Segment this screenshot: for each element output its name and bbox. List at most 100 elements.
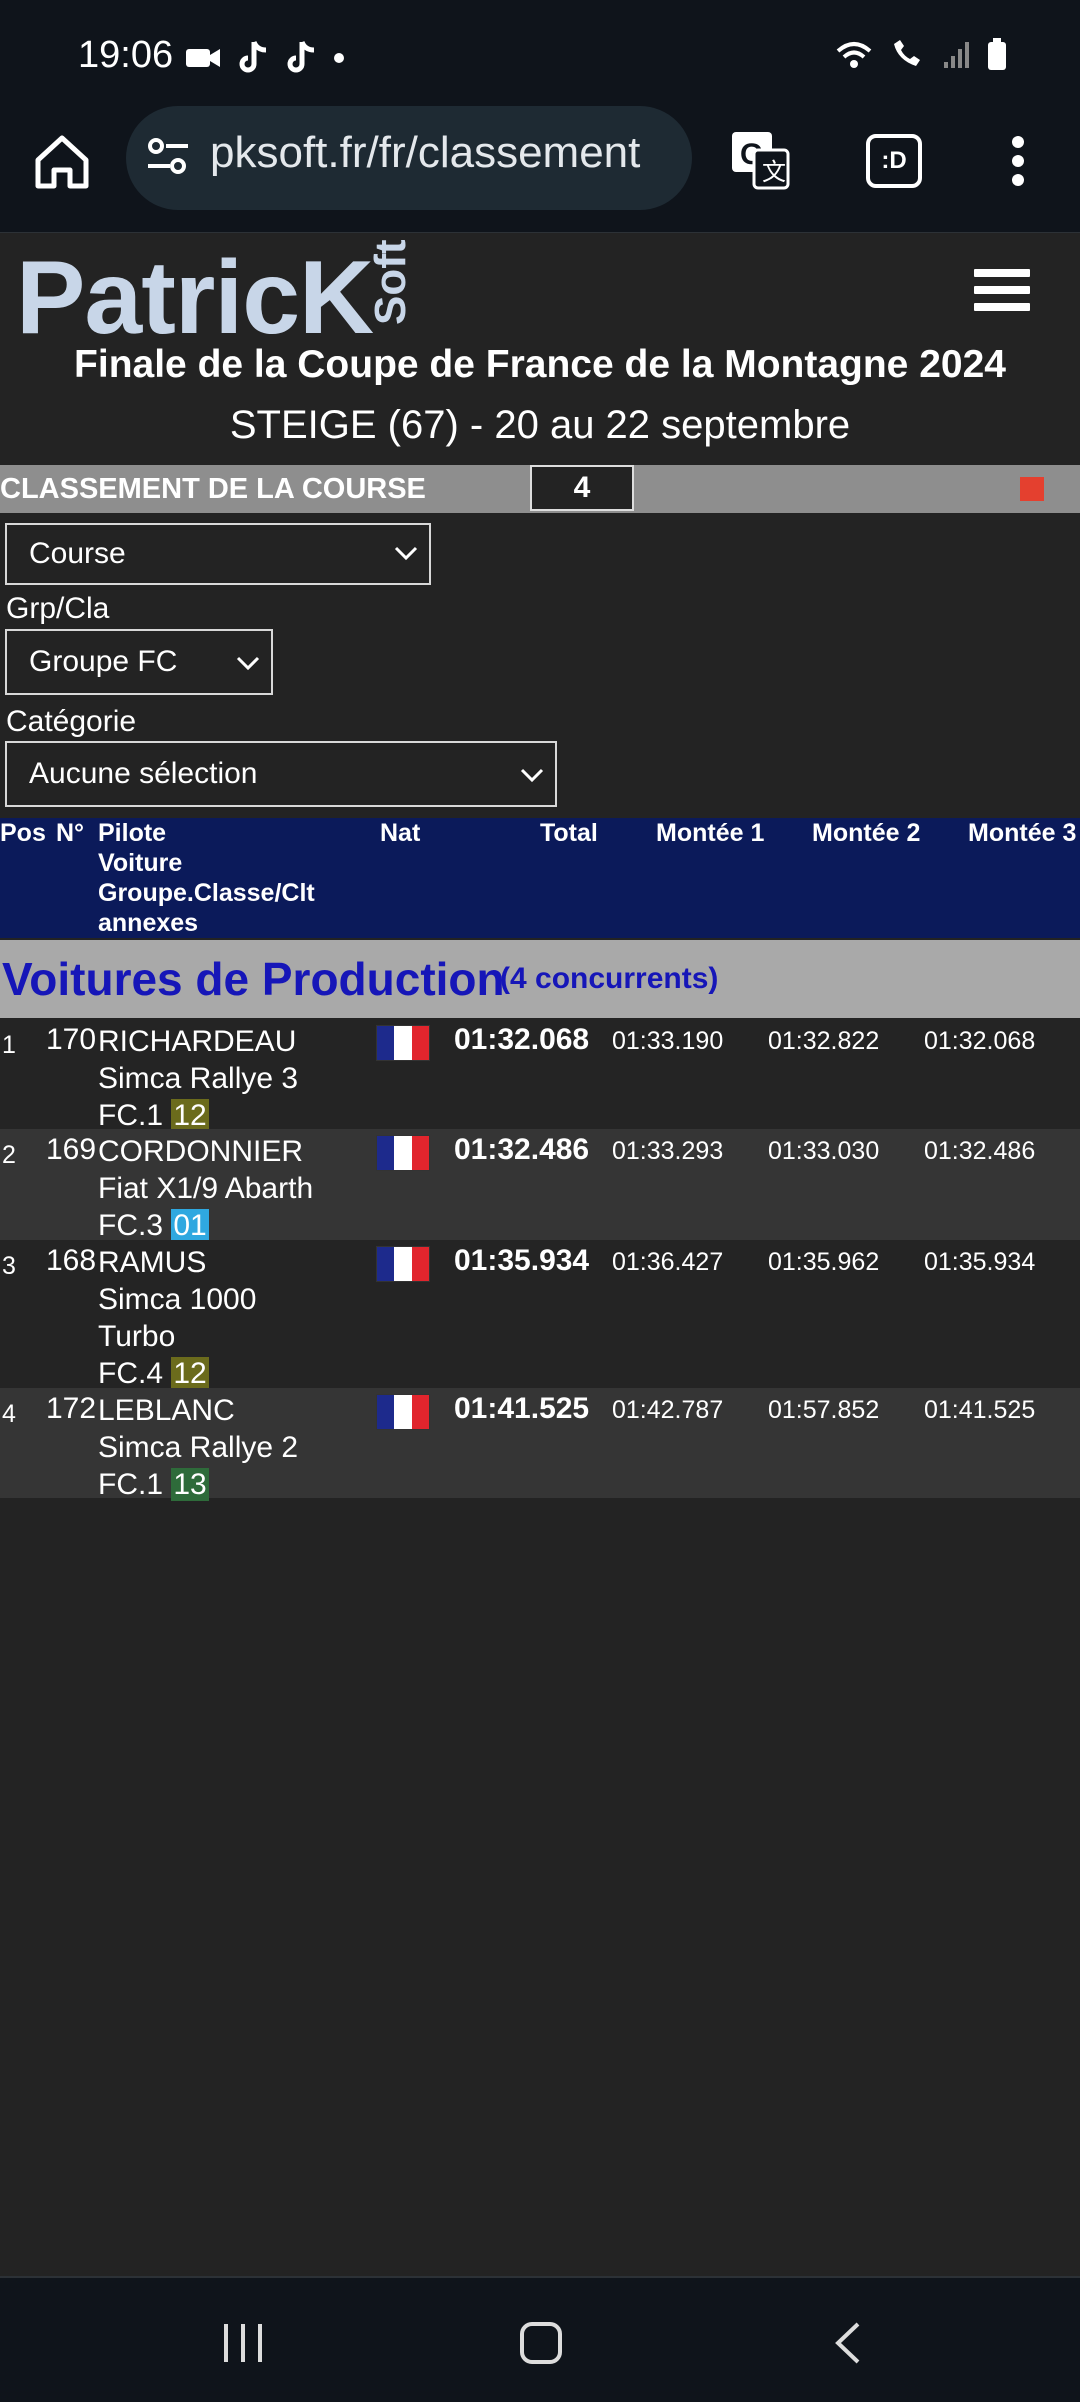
total-time: 01:35.934 [454, 1244, 590, 1277]
signal-icon [944, 42, 969, 68]
class-line: FC.3 01 [98, 1207, 368, 1244]
car-name: Simca Rallye 3 [98, 1062, 299, 1095]
event-subtitle: STEIGE (67) - 20 au 22 septembre [229, 403, 851, 447]
classement-label: CLASSEMENT DE LA COURSE [0, 473, 426, 505]
class-code: FC.1 [98, 1099, 164, 1132]
montee-2-time: 01:33.030 [768, 1137, 880, 1165]
header-montee-1[interactable]: Montée 1 [656, 818, 764, 848]
montee-3-time: 01:35.934 [924, 1248, 1036, 1276]
home-icon[interactable] [30, 130, 94, 194]
group-band: Voitures de Production (4 concurrents) [0, 940, 1080, 1018]
dot-icon [334, 53, 344, 63]
pilot-name[interactable]: CORDONNIER [98, 1133, 368, 1170]
total-time: 01:32.486 [454, 1133, 590, 1166]
pilot-name[interactable]: LEBLANC [98, 1392, 368, 1429]
pilot-cell: RICHARDEAU Simca Rallye 3 FC.1 12 [98, 1023, 368, 1134]
header-pilote-line: Pilote [98, 819, 167, 847]
battery-icon [988, 38, 1006, 70]
site-logo-sub: Soft [366, 239, 415, 325]
status-bar: 19:06 [0, 0, 1080, 110]
car-name: Fiat X1/9 Abarth [98, 1172, 314, 1205]
france-flag-icon [376, 1135, 430, 1171]
category-select[interactable]: Aucune sélection [5, 741, 557, 807]
france-flag-icon [376, 1246, 430, 1282]
tabs-button[interactable]: :D [866, 134, 922, 188]
montee-3-time: 01:32.486 [924, 1137, 1036, 1165]
more-options-icon[interactable] [1010, 134, 1026, 188]
course-select-value: Course [29, 537, 126, 570]
header-montee-2[interactable]: Montée 2 [812, 818, 920, 848]
montee-3-time: 01:41.525 [924, 1396, 1036, 1424]
race-number-input[interactable]: 4 [530, 465, 634, 511]
montee-2-time: 01:35.962 [768, 1248, 880, 1276]
pilot-name[interactable]: RICHARDEAU [98, 1023, 368, 1060]
url-text[interactable]: pksoft.fr/fr/classement [210, 128, 680, 178]
recent-apps-icon[interactable] [220, 2322, 266, 2364]
class-line: FC.1 13 [98, 1466, 368, 1503]
position: 1 [2, 1031, 16, 1059]
tiktok-icon [287, 40, 315, 73]
header-montee-3[interactable]: Montée 3 [968, 818, 1076, 848]
class-rank-badge: 13 [171, 1468, 209, 1501]
table-row[interactable]: 1 170 RICHARDEAU Simca Rallye 3 FC.1 12 … [0, 1019, 1080, 1132]
pilot-cell: CORDONNIER Fiat X1/9 Abarth FC.3 01 [98, 1133, 368, 1244]
class-rank-badge: 12 [171, 1357, 209, 1390]
bib-number: 172 [46, 1392, 97, 1425]
header-groupe-line: Groupe.Classe/Clt [98, 879, 315, 907]
system-nav-bar [0, 2276, 1080, 2402]
header-num[interactable]: N° [56, 818, 84, 848]
grp-label: Grp/Cla [6, 592, 110, 625]
wifi-icon [836, 42, 872, 68]
header-pos[interactable]: Pos [0, 818, 46, 848]
class-line: FC.4 12 [98, 1355, 368, 1392]
group-select[interactable]: Groupe FC [5, 629, 273, 695]
header-nat[interactable]: Nat [380, 818, 420, 848]
table-row[interactable]: 4 172 LEBLANC Simca Rallye 2 FC.1 13 01:… [0, 1388, 1080, 1501]
chevron-down-icon [236, 656, 260, 671]
group-count: (4 concurrents) [500, 962, 719, 995]
chevron-down-icon [394, 546, 418, 561]
header-annexes-line: annexes [98, 909, 199, 937]
home-nav-icon[interactable] [518, 2320, 564, 2366]
browser-toolbar: pksoft.fr/fr/classement G文 :D [0, 106, 1080, 234]
translate-icon[interactable]: G文 [728, 128, 792, 192]
header-total[interactable]: Total [540, 818, 598, 848]
montee-1-time: 01:33.293 [612, 1137, 724, 1165]
classement-bar: CLASSEMENT DE LA COURSE 4 [0, 465, 1080, 513]
total-time: 01:32.068 [454, 1023, 590, 1056]
hamburger-menu-icon[interactable] [974, 269, 1030, 320]
pilot-cell: LEBLANC Simca Rallye 2 FC.1 13 [98, 1392, 368, 1503]
event-title: Finale de la Coupe de France de la Monta… [74, 343, 1006, 386]
stop-icon[interactable] [1020, 477, 1044, 501]
status-time: 19:06 [78, 34, 174, 76]
notification-icons [184, 40, 346, 76]
class-code: FC.3 [98, 1209, 164, 1242]
group-title: Voitures de Production [2, 953, 505, 1005]
car-name: Simca 1000 [98, 1283, 257, 1316]
table-row[interactable]: 3 168 RAMUS Simca 1000 Turbo FC.4 12 01:3… [0, 1240, 1080, 1390]
montee-1-time: 01:42.787 [612, 1396, 724, 1424]
header-voiture-line: Voiture [98, 849, 183, 877]
category-label: Catégorie [6, 705, 137, 738]
montee-3-time: 01:32.068 [924, 1027, 1036, 1055]
table-row[interactable]: 2 169 CORDONNIER Fiat X1/9 Abarth FC.3 0… [0, 1129, 1080, 1242]
bib-number: 169 [46, 1133, 97, 1166]
site-settings-icon[interactable] [146, 136, 190, 176]
course-select[interactable]: Course [5, 523, 431, 585]
bib-number: 170 [46, 1023, 97, 1056]
car-name: Turbo [98, 1320, 176, 1353]
france-flag-icon [376, 1025, 430, 1061]
back-icon[interactable] [828, 2320, 868, 2366]
address-bar[interactable]: pksoft.fr/fr/classement [126, 106, 692, 210]
total-time: 01:41.525 [454, 1392, 590, 1425]
tiktok-icon [239, 40, 267, 73]
table-header: Pos N° Pilote Voiture Groupe.Classe/Clt … [0, 818, 1080, 938]
header-pilote[interactable]: Pilote Voiture Groupe.Classe/Clt annexes [98, 818, 315, 938]
site-logo[interactable]: PatricK [16, 239, 374, 358]
montee-1-time: 01:36.427 [612, 1248, 724, 1276]
pilot-name[interactable]: RAMUS [98, 1244, 368, 1281]
montee-2-time: 01:57.852 [768, 1396, 880, 1424]
france-flag-icon [376, 1394, 430, 1430]
system-icons [834, 38, 1008, 72]
montee-1-time: 01:33.190 [612, 1027, 724, 1055]
